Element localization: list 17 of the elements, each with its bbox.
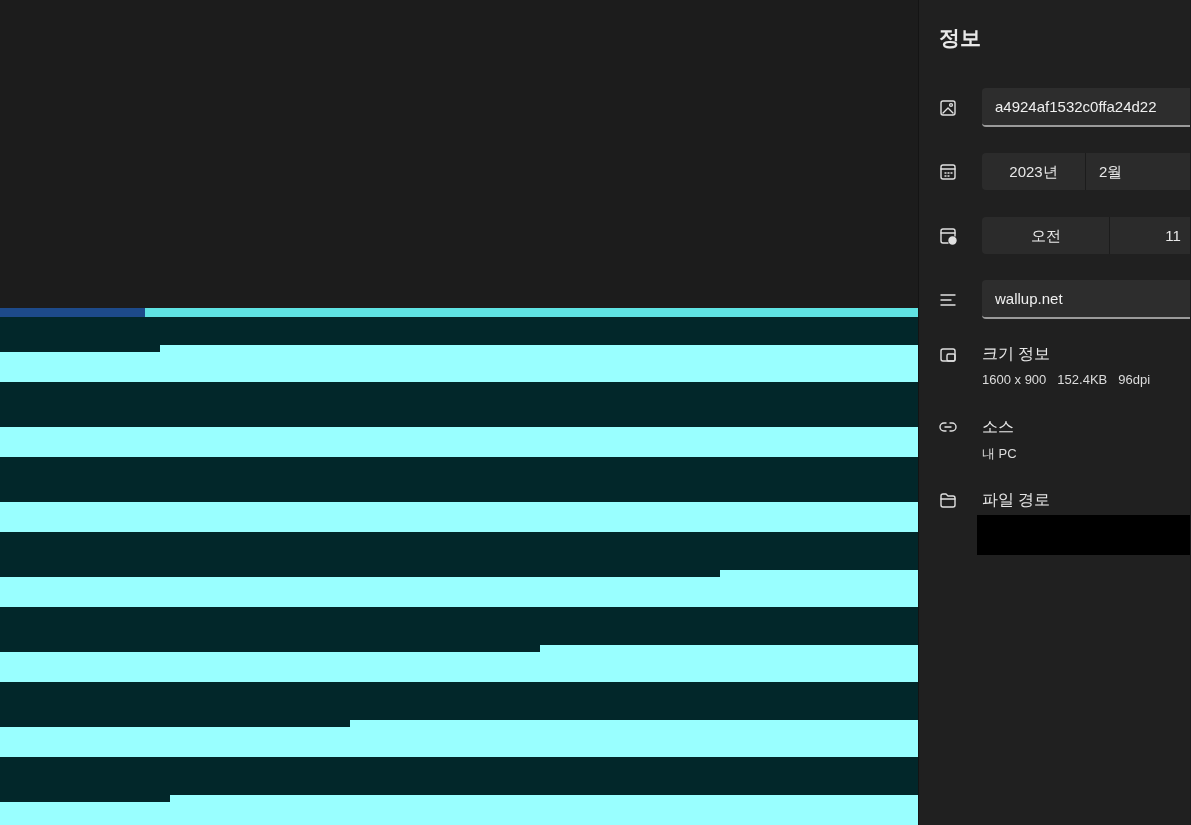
section-label: 크기 정보 — [982, 344, 1052, 364]
panel-title: 정보 — [939, 25, 982, 51]
file-name-field[interactable]: a4924af1532c0ffa24d22 — [982, 88, 1190, 127]
resize-icon — [939, 345, 957, 363]
section-label: 소스 — [982, 417, 1015, 437]
time-picker[interactable]: 오전 11 — [982, 217, 1190, 254]
section-label: 파일 경로 — [982, 490, 1051, 510]
folder-icon — [939, 491, 957, 509]
calendar-icon — [939, 162, 957, 181]
detail-text: 내 PC — [982, 445, 1017, 463]
detail-text: 1600 x 900 — [982, 372, 1047, 387]
detail-text: 96dpi — [1118, 372, 1151, 387]
caption-field[interactable]: wallup.net — [982, 280, 1190, 319]
image-icon — [939, 98, 957, 117]
detail-text: 152.4KB — [1057, 372, 1108, 387]
calendar-clock-icon — [939, 226, 957, 245]
date-picker[interactable]: 2023년 2월 — [982, 153, 1190, 190]
